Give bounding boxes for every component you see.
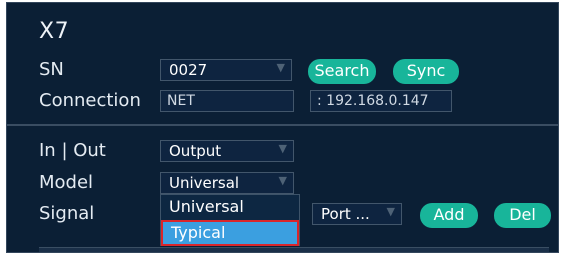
chevron-down-icon: ▼ [278,142,287,155]
device-title: X7 [39,19,70,44]
del-button[interactable]: Del [494,203,551,228]
chevron-down-icon: ▼ [276,61,285,74]
device-settings-panel: X7 SN 0027 ▼ Search Sync Connection NET … [6,2,559,253]
dropdown-option-typical[interactable]: Typical [161,220,299,246]
search-button[interactable]: Search [308,59,376,84]
signal-list-header [39,247,549,252]
add-button[interactable]: Add [420,203,478,228]
port-select[interactable]: Port ... ▼ [312,203,402,225]
screenshot-frame: X7 SN 0027 ▼ Search Sync Connection NET … [0,0,567,255]
sn-label: SN [39,59,64,80]
connection-type-field[interactable]: NET [160,90,294,112]
model-dropdown-list: Universal Typical [160,194,300,246]
dropdown-option-universal[interactable]: Universal [161,196,299,220]
connection-address-field[interactable]: : 192.168.0.147 [310,90,452,112]
model-select-value: Universal [169,174,240,192]
in-out-select-value: Output [169,142,222,160]
in-out-select[interactable]: Output ▼ [160,140,294,162]
chevron-down-icon: ▼ [278,174,287,187]
model-label: Model [39,172,94,193]
section-divider [7,124,558,126]
chevron-down-icon: ▼ [386,205,395,218]
sn-select-value: 0027 [169,61,208,79]
in-out-label: In | Out [39,140,106,161]
sn-select[interactable]: 0027 ▼ [160,59,292,81]
signal-label: Signal [39,203,95,224]
sync-button[interactable]: Sync [393,59,459,84]
port-select-value: Port ... [321,205,370,223]
model-select[interactable]: Universal ▼ [160,172,294,194]
connection-label: Connection [39,90,141,111]
